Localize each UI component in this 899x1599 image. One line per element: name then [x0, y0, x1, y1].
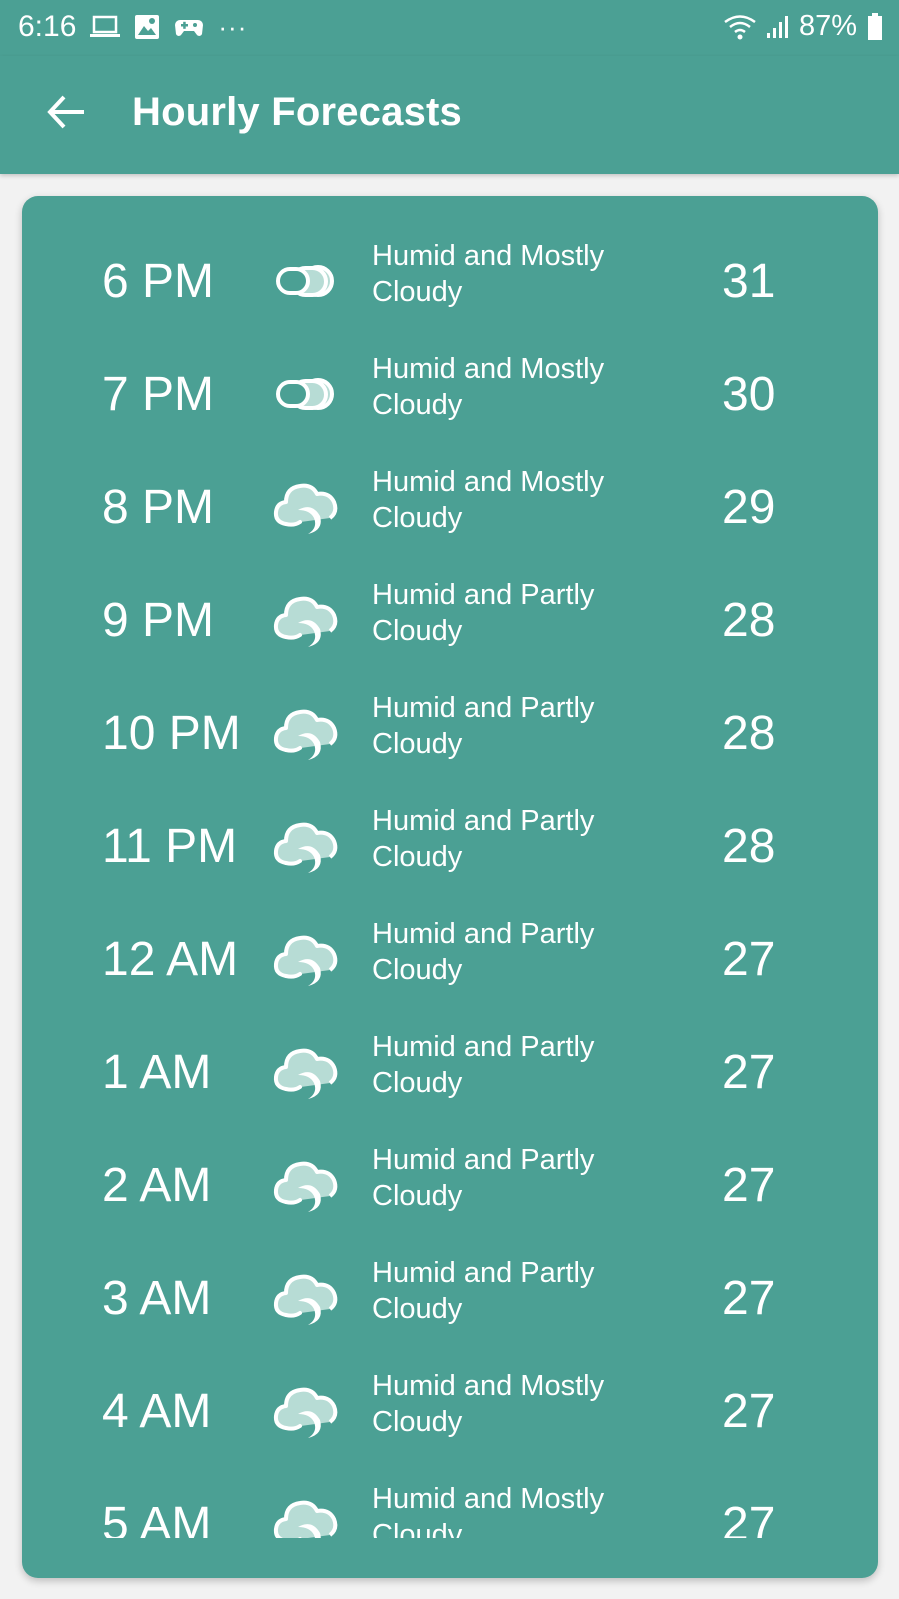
forecast-time: 10 PM — [102, 707, 241, 760]
laptop-icon — [90, 15, 121, 39]
forecast-temperature: 27 — [722, 1498, 776, 1538]
back-button[interactable] — [36, 84, 96, 144]
cloudy-icon — [272, 359, 342, 429]
forecast-row[interactable]: 4 AM Humid and Mostly Cloudy 27 — [22, 1358, 878, 1471]
forecast-temperature: 30 — [722, 368, 776, 421]
forecast-condition: Humid and Partly Cloudy — [372, 1031, 595, 1099]
forecast-condition: Humid and Partly Cloudy — [372, 918, 595, 986]
clock: 6:16 — [18, 10, 77, 43]
forecast-row[interactable]: 3 AM Humid and Partly Cloudy 27 — [22, 1245, 878, 1358]
forecast-time: 5 AM — [102, 1498, 212, 1538]
hourly-forecast-card: 6 PM Humid and Mostly Cloudy 31 7 PM Humid a… — [22, 196, 878, 1578]
battery-icon — [867, 12, 883, 41]
forecast-temperature: 27 — [722, 933, 776, 986]
forecast-time: 1 AM — [102, 1046, 212, 1099]
page-title: Hourly Forecasts — [132, 90, 462, 134]
app-bar: Hourly Forecasts — [0, 56, 899, 174]
arrow-left-icon — [46, 94, 86, 135]
cloudy-night-icon — [272, 811, 342, 881]
forecast-row[interactable]: 2 AM Humid and Partly Cloudy 27 — [22, 1132, 878, 1245]
cloudy-night-icon — [272, 1376, 342, 1446]
forecast-time: 3 AM — [102, 1272, 212, 1325]
cloudy-night-icon — [272, 585, 342, 655]
game-controller-icon — [174, 15, 204, 39]
forecast-time: 7 PM — [102, 368, 215, 421]
forecast-time: 8 PM — [102, 481, 215, 534]
cloudy-night-icon — [272, 698, 342, 768]
forecast-condition: Humid and Mostly Cloudy — [372, 240, 605, 308]
forecast-temperature: 31 — [722, 255, 776, 308]
forecast-time: 4 AM — [102, 1385, 212, 1438]
forecast-time: 11 PM — [102, 820, 238, 873]
forecast-time: 9 PM — [102, 594, 215, 647]
forecast-condition: Humid and Partly Cloudy — [372, 805, 595, 873]
forecast-temperature: 27 — [722, 1385, 776, 1438]
forecast-time: 6 PM — [102, 255, 215, 308]
forecast-condition: Humid and Partly Cloudy — [372, 579, 595, 647]
status-bar-left: 6:16 ··· — [18, 10, 247, 44]
cloudy-night-icon — [272, 924, 342, 994]
forecast-temperature: 28 — [722, 820, 776, 873]
forecast-row[interactable]: 7 PM Humid and Mostly Cloudy 30 — [22, 341, 878, 454]
forecast-time: 12 AM — [102, 933, 239, 986]
forecast-row[interactable]: 11 PM Humid and Partly Cloudy 28 — [22, 793, 878, 906]
status-bar-right: 87% — [723, 10, 883, 43]
forecast-temperature: 29 — [722, 481, 776, 534]
more-notifications-icon: ··· — [218, 11, 248, 42]
forecast-condition: Humid and Mostly Cloudy — [372, 466, 605, 534]
forecast-temperature: 27 — [722, 1046, 776, 1099]
forecast-condition: Humid and Mostly Cloudy — [372, 1483, 605, 1538]
forecast-condition: Humid and Partly Cloudy — [372, 1257, 595, 1325]
cloudy-icon — [272, 246, 342, 316]
forecast-list[interactable]: 6 PM Humid and Mostly Cloudy 31 7 PM Humid a… — [22, 228, 878, 1538]
forecast-temperature: 27 — [722, 1272, 776, 1325]
battery-percent: 87% — [798, 10, 857, 42]
cloudy-night-icon — [272, 472, 342, 542]
forecast-condition: Humid and Mostly Cloudy — [372, 1370, 605, 1438]
cloudy-night-icon — [272, 1037, 342, 1107]
forecast-temperature: 28 — [722, 707, 776, 760]
cloudy-night-icon — [272, 1489, 342, 1538]
forecast-condition: Humid and Mostly Cloudy — [372, 353, 605, 421]
forecast-temperature: 27 — [722, 1159, 776, 1212]
forecast-row[interactable]: 5 AM Humid and Mostly Cloudy 27 — [22, 1471, 878, 1538]
cloudy-night-icon — [272, 1263, 342, 1333]
wifi-icon — [723, 13, 757, 41]
forecast-row[interactable]: 1 AM Humid and Partly Cloudy 27 — [22, 1019, 878, 1132]
signal-icon — [766, 15, 789, 39]
forecast-row[interactable]: 9 PM Humid and Partly Cloudy 28 — [22, 567, 878, 680]
forecast-time: 2 AM — [102, 1159, 212, 1212]
forecast-row[interactable]: 8 PM Humid and Mostly Cloudy 29 — [22, 454, 878, 567]
image-icon — [134, 14, 160, 40]
forecast-temperature: 28 — [722, 594, 776, 647]
forecast-row[interactable]: 10 PM Humid and Partly Cloudy 28 — [22, 680, 878, 793]
forecast-row[interactable]: 6 PM Humid and Mostly Cloudy 31 — [22, 228, 878, 341]
forecast-row[interactable]: 12 AM Humid and Partly Cloudy 27 — [22, 906, 878, 1019]
status-bar: 6:16 ··· 87% — [0, 0, 899, 56]
forecast-condition: Humid and Partly Cloudy — [372, 692, 595, 760]
cloudy-night-icon — [272, 1150, 342, 1220]
forecast-condition: Humid and Partly Cloudy — [372, 1144, 595, 1212]
